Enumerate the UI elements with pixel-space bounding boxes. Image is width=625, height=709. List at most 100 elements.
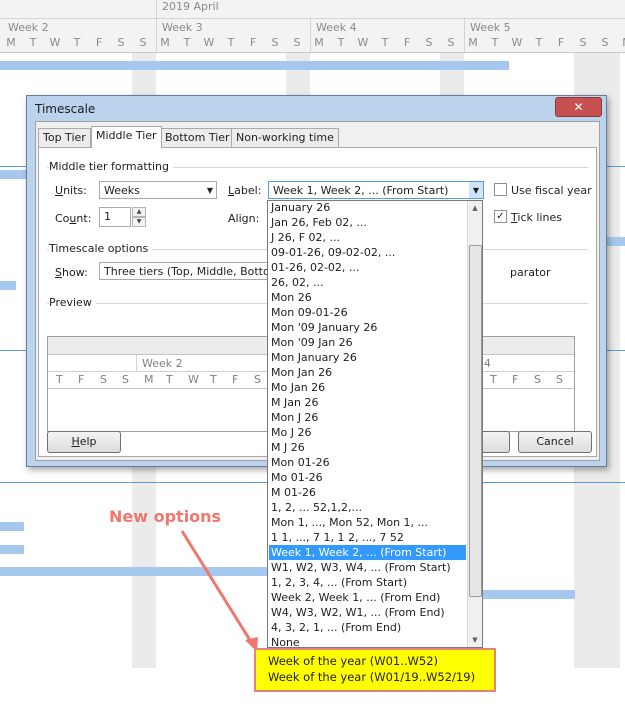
new-option-item[interactable]: Week of the year (W01..W52) [268, 654, 494, 669]
dropdown-option[interactable]: 1, 2, ... 52,1,2,... [269, 500, 466, 515]
dropdown-option[interactable]: January 26 [269, 201, 466, 215]
dropdown-option[interactable]: Mon 09-01-26 [269, 305, 466, 320]
chevron-down-icon[interactable]: ▼ [469, 182, 483, 198]
tab-bottom-tier[interactable]: Bottom Tier [160, 128, 235, 147]
preview-day: F [232, 373, 239, 386]
dropdown-option[interactable]: Mon 26 [269, 290, 466, 305]
tick-lines-checkbox[interactable]: ✓ [494, 210, 507, 223]
new-option-item[interactable]: Week of the year (W01/19..W52/19) [268, 670, 494, 685]
timeline-week-row: Week 2 Week 3 Week 4 Week 5 [0, 18, 625, 37]
count-label: Count: [55, 212, 92, 225]
preview-day: T [490, 373, 497, 386]
dropdown-scrollbar[interactable]: ▲ ▼ [467, 201, 482, 647]
timeline-days-row: MTWTFSSMTWTFSSMTWTFSSMTWTFSSM [0, 36, 625, 52]
dropdown-option[interactable]: M J 26 [269, 440, 466, 455]
timeline-day: M [160, 36, 170, 49]
help-button[interactable]: Help [47, 431, 121, 453]
dropdown-option[interactable]: 26, 02, ... [269, 275, 466, 290]
task-bar[interactable] [0, 281, 16, 290]
dropdown-option[interactable]: Week 2, Week 1, ... (From End) [269, 590, 466, 605]
dropdown-option[interactable]: Mo J 26 [269, 425, 466, 440]
units-select[interactable]: Weeks ▼ [99, 181, 217, 199]
dropdown-option[interactable]: M 01-26 [269, 485, 466, 500]
timeline-day: W [511, 36, 523, 49]
count-increment-button[interactable]: ▲ [132, 207, 146, 217]
timeline-day: T [535, 36, 543, 49]
dropdown-option[interactable]: Mon 01-26 [269, 455, 466, 470]
timeline-day: S [139, 36, 147, 49]
dropdown-option[interactable]: M Jan 26 [269, 395, 466, 410]
timeline-week: Week 2 [8, 21, 49, 34]
timeline-day: W [49, 36, 61, 49]
count-decrement-button[interactable]: ▼ [132, 217, 146, 227]
task-bar[interactable] [482, 590, 575, 599]
scroll-up-icon[interactable]: ▲ [468, 201, 482, 215]
timeline-day: T [183, 36, 191, 49]
timeline-day: T [337, 36, 345, 49]
dropdown-option[interactable]: Mon Jan 26 [269, 365, 466, 380]
dropdown-option[interactable]: Week 1, Week 2, ... (From Start) [269, 545, 466, 560]
dropdown-option[interactable]: J 26, F 02, ... [269, 230, 466, 245]
dropdown-option[interactable]: 4, 3, 2, 1, ... (From End) [269, 620, 466, 635]
task-bar[interactable] [0, 61, 509, 70]
timeline-day: S [447, 36, 455, 49]
label-dropdown-list[interactable]: ▲ ▼ January 26 Jan 26, Feb 02, ... J 26, F… [267, 200, 483, 648]
preview-day: S [122, 373, 129, 386]
cancel-button[interactable]: Cancel [518, 431, 592, 453]
preview-day: S [100, 373, 107, 386]
tab-non-working-time[interactable]: Non-working time [231, 128, 339, 147]
dropdown-option[interactable]: Mon '09 January 26 [269, 320, 466, 335]
timeline-day: T [381, 36, 389, 49]
preview-day: W [188, 373, 199, 386]
chevron-down-icon: ▼ [206, 186, 213, 195]
timeline-day: F [249, 36, 257, 49]
dropdown-option[interactable]: 1, 2, 3, 4, ... (From Start) [269, 575, 466, 590]
preview-day: M [144, 373, 154, 386]
show-label: Show: [55, 266, 88, 279]
task-bar[interactable] [0, 545, 24, 554]
dropdown-option[interactable]: Mo 01-26 [269, 470, 466, 485]
dropdown-option[interactable]: Mon January 26 [269, 350, 466, 365]
tab-middle-tier[interactable]: Middle Tier [91, 126, 162, 148]
preview-day: T [166, 373, 173, 386]
dropdown-option[interactable]: 01-26, 02-02, ... [269, 260, 466, 275]
task-bar[interactable] [0, 567, 268, 576]
use-fiscal-year-checkbox[interactable] [494, 183, 507, 196]
dropdown-option[interactable]: Mon '09 Jan 26 [269, 335, 466, 350]
timeline-day: S [117, 36, 125, 49]
dropdown-option[interactable]: W4, W3, W2, W1, ... (From End) [269, 605, 466, 620]
task-bar[interactable] [0, 170, 26, 179]
units-value: Weeks [104, 184, 140, 197]
preview-day: T [56, 373, 63, 386]
timeline-day: S [271, 36, 279, 49]
timeline-header: 2019 April Week 2 Week 3 Week 4 Week 5 M… [0, 0, 625, 53]
dropdown-option[interactable]: None [269, 635, 466, 647]
dropdown-option[interactable]: 09-01-26, 09-02-02, ... [269, 245, 466, 260]
close-button[interactable]: ✕ [555, 97, 602, 117]
label-select[interactable]: Week 1, Week 2, ... (From Start) ▼ [268, 181, 484, 199]
dropdown-option[interactable]: Mon J 26 [269, 410, 466, 425]
show-value: Three tiers (Top, Middle, Bottom) [104, 265, 269, 278]
dropdown-option[interactable]: W1, W2, W3, W4, ... (From Start) [269, 560, 466, 575]
dropdown-option[interactable]: Jan 26, Feb 02, ... [269, 215, 466, 230]
task-bar[interactable] [0, 522, 24, 531]
dropdown-option[interactable]: 1 1, ..., 7 1, 1 2, ..., 7 52 [269, 530, 466, 545]
tab-top-tier[interactable]: Top Tier [38, 128, 91, 147]
timeline-day: F [557, 36, 565, 49]
timeline-day: T [29, 36, 37, 49]
close-icon: ✕ [573, 100, 584, 114]
formatting-group-title: Middle tier formatting [49, 160, 174, 173]
count-value: 1 [104, 210, 111, 223]
scroll-down-icon[interactable]: ▼ [468, 633, 482, 647]
dropdown-option[interactable]: Mo Jan 26 [269, 380, 466, 395]
count-input[interactable]: 1 [99, 207, 131, 227]
timeline-day: W [357, 36, 369, 49]
preview-day: T [210, 373, 217, 386]
task-bar[interactable] [605, 237, 625, 246]
preview-day: S [534, 373, 541, 386]
show-select[interactable]: Three tiers (Top, Middle, Bottom) [99, 262, 269, 280]
timescale-options-group-title: Timescale options [49, 242, 153, 255]
scroll-thumb[interactable] [469, 245, 482, 597]
dropdown-option[interactable]: Mon 1, ..., Mon 52, Mon 1, ... [269, 515, 466, 530]
timeline-day: S [293, 36, 301, 49]
